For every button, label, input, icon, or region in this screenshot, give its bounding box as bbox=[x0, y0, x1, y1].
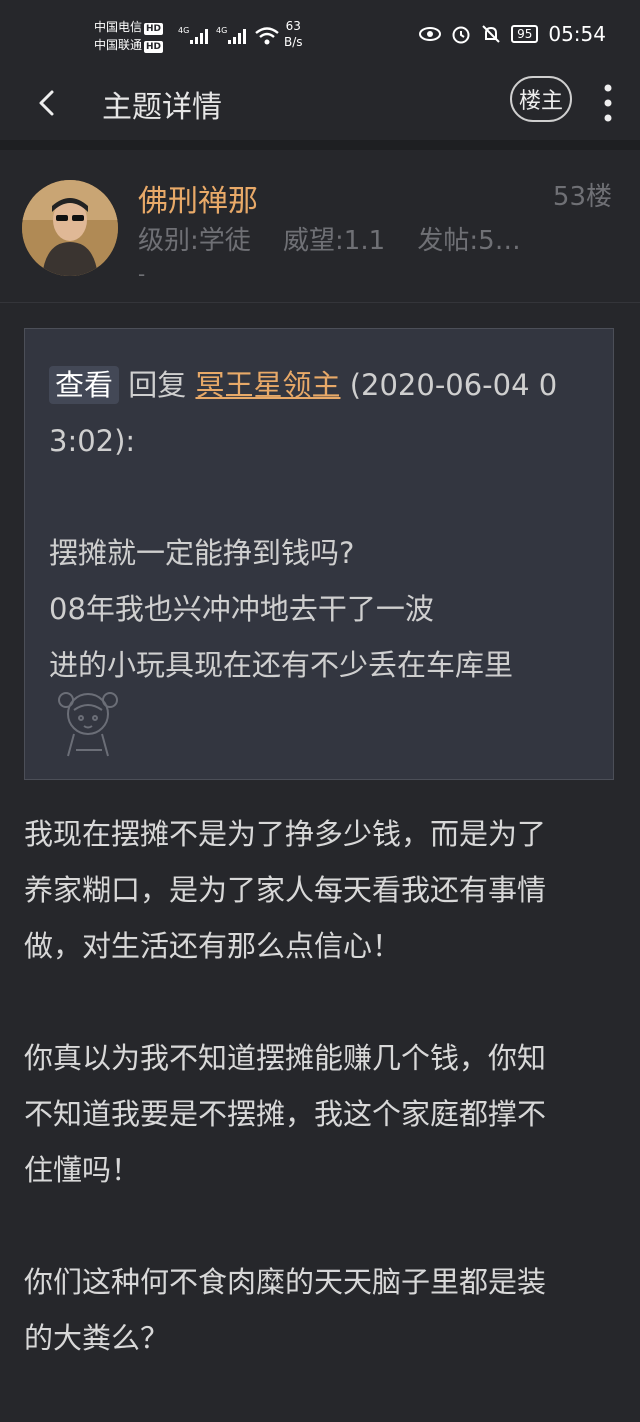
signal-icon: 4G bbox=[216, 26, 246, 44]
author-level: 级别:学徒 bbox=[138, 226, 251, 256]
view-quote-button[interactable]: 查看 bbox=[49, 366, 120, 404]
svg-text:4G: 4G bbox=[216, 26, 227, 35]
carrier-info: 中国电信 HD 中国联通 HD bbox=[94, 20, 164, 53]
paragraph: 你们这种何不食肉糜的天天脑子里都是装 的大粪么？ bbox=[24, 1265, 547, 1355]
eye-icon bbox=[419, 27, 442, 41]
floor-number: 53楼 bbox=[552, 182, 612, 212]
avatar[interactable] bbox=[22, 180, 118, 276]
paragraph: 你真以为我不知道摆摊能赚几个钱，你知 不知道我要是不摆摊，我这个家庭都撑不 住懂… bbox=[24, 1041, 547, 1187]
alarm-icon bbox=[452, 26, 470, 44]
quote-header: 查看 回复 冥王星领主 (2020-06-04 0 bbox=[49, 357, 589, 413]
author-name[interactable]: 佛刑禅那 bbox=[138, 176, 258, 220]
only-op-button[interactable]: 楼主 bbox=[510, 76, 572, 122]
status-icons: 95 05:54 bbox=[419, 22, 606, 46]
signal-icon: 4G bbox=[178, 26, 208, 44]
quoted-user-link[interactable]: 冥王星领主 bbox=[195, 368, 340, 402]
author-prestige: 威望:1.1 bbox=[283, 226, 386, 256]
post-body: 我现在摆摊不是为了挣多少钱，而是为了 养家糊口，是为了家人每天看我还有事情 做，… bbox=[24, 806, 620, 1422]
app-bar: 主题详情 楼主 bbox=[0, 64, 640, 141]
avatar-image bbox=[22, 180, 118, 276]
battery-indicator: 95 bbox=[511, 25, 539, 43]
divider bbox=[0, 140, 640, 150]
carrier2: 中国联通 bbox=[94, 38, 143, 52]
svg-text:4G: 4G bbox=[178, 26, 189, 35]
quote-line: 摆摊就一定能挣到钱吗? bbox=[49, 536, 355, 570]
author-posts: 发帖:5… bbox=[417, 226, 521, 256]
author-meta: 级别:学徒 威望:1.1 发帖:5… bbox=[138, 220, 545, 257]
post-header: 佛刑禅那 53楼 级别:学徒 威望:1.1 发帖:5… - bbox=[0, 150, 640, 303]
bell-off-icon bbox=[482, 25, 500, 43]
author-extra: - bbox=[138, 262, 146, 286]
paragraph: 我现在摆摊不是为了挣多少钱，而是为了 养家糊口，是为了家人每天看我还有事情 做，… bbox=[24, 817, 547, 963]
clock: 05:54 bbox=[548, 22, 606, 46]
net-speed: 63 B/s bbox=[284, 19, 303, 49]
carrier1: 中国电信 bbox=[94, 20, 143, 34]
status-bar: 中国电信 HD 中国联通 HD 4G 4G 63 B/s 95 05:54 bbox=[0, 0, 640, 64]
wifi-icon bbox=[255, 27, 279, 45]
reply-time-cont: 3:02): bbox=[49, 424, 136, 458]
page-title: 主题详情 bbox=[102, 90, 222, 125]
reply-time: (2020-06-04 0 bbox=[349, 368, 558, 402]
reply-label: 回复 bbox=[128, 368, 187, 402]
quote-line: 08年我也兴冲冲地去干了一波 bbox=[49, 592, 434, 626]
more-vertical-icon[interactable] bbox=[596, 82, 620, 124]
back-arrow-icon[interactable] bbox=[30, 86, 64, 120]
sticker-icon bbox=[58, 692, 118, 757]
